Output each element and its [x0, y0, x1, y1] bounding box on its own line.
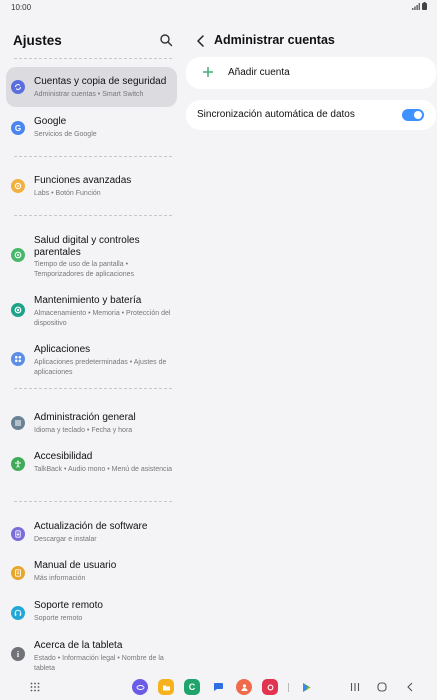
settings-item-title: Google — [34, 116, 67, 127]
settings-item-title: Acerca de la tableta — [34, 640, 123, 651]
settings-item-title: Aplicaciones — [34, 344, 91, 355]
gear-plus-icon — [11, 179, 25, 193]
accessibility-icon — [11, 457, 25, 471]
info-icon: i — [11, 647, 25, 661]
settings-item-subtitle: TalkBack • Audio mono • Menú de asistenc… — [34, 466, 172, 473]
settings-item-digital-wellbeing[interactable]: Salud digital y controles parentales Tie… — [6, 230, 177, 282]
settings-item-subtitle: Más información — [34, 575, 86, 582]
manual-icon — [11, 566, 25, 580]
settings-item-subtitle: Tiempo de uso de la pantalla • Temporiza… — [34, 261, 134, 278]
accounts-title: Administrar cuentas — [214, 33, 335, 47]
phone-icon[interactable]: C — [184, 679, 200, 695]
internet-icon[interactable] — [132, 679, 148, 695]
status-time: 10:00 — [11, 3, 32, 12]
camera-icon[interactable] — [262, 679, 278, 695]
contacts-icon[interactable] — [236, 679, 252, 695]
sync-icon — [11, 80, 25, 94]
settings-item-title: Administración general — [34, 412, 136, 423]
settings-item-title: Salud digital y controles parentales — [34, 235, 140, 258]
divider — [14, 388, 172, 389]
settings-item-user-manual[interactable]: Manual de usuario Más información — [6, 556, 177, 590]
settings-header: Ajustes — [13, 32, 179, 52]
settings-item-subtitle: Almacenamiento • Memoria • Protección de… — [34, 310, 171, 327]
add-account-label: Añadir cuenta — [228, 67, 290, 78]
settings-item-subtitle: Soporte remoto — [34, 615, 83, 622]
divider — [14, 156, 172, 157]
settings-item-title: Manual de usuario — [34, 560, 117, 571]
settings-item-title: Actualización de software — [34, 521, 148, 532]
settings-item-title: Mantenimiento y batería — [34, 295, 142, 306]
settings-item-title: Accesibilidad — [34, 451, 93, 462]
settings-item-accounts[interactable]: Cuentas y copia de seguridad Administrar… — [6, 67, 177, 107]
battery-icon — [422, 2, 427, 10]
app-drawer-icon[interactable] — [30, 682, 40, 692]
device-care-icon — [11, 303, 25, 317]
auto-sync-row[interactable]: Sincronización automática de datos — [186, 100, 436, 130]
settings-item-accessibility[interactable]: Accesibilidad TalkBack • Audio mono • Me… — [6, 447, 177, 491]
back-nav-icon[interactable] — [403, 681, 417, 693]
plus-icon — [203, 67, 213, 77]
back-arrow-icon[interactable] — [195, 34, 207, 48]
home-icon[interactable] — [375, 681, 389, 693]
settings-item-remote-support[interactable]: Soporte remoto Soporte remoto — [6, 596, 177, 630]
settings-item-subtitle: Estado • Información legal • Nombre de l… — [34, 655, 164, 672]
settings-item-subtitle: Descargar e instalar — [34, 536, 97, 543]
search-icon[interactable] — [159, 33, 173, 47]
settings-item-advanced[interactable]: Funciones avanzadas Labs • Botón Función — [6, 168, 177, 204]
messages-icon[interactable] — [210, 679, 226, 695]
dock-divider — [288, 683, 289, 692]
digital-wellbeing-icon — [11, 248, 25, 262]
settings-item-software-update[interactable]: Actualización de software Descargar e in… — [6, 516, 177, 550]
headset-icon — [11, 606, 25, 620]
auto-sync-toggle[interactable] — [402, 109, 424, 121]
settings-item-title: Funciones avanzadas — [34, 175, 132, 186]
status-bar: 10:00 — [0, 0, 437, 16]
settings-item-device-care[interactable]: Mantenimiento y batería Almacenamiento •… — [6, 290, 177, 332]
accounts-pane: Administrar cuentas Añadir cuenta Sincro… — [186, 22, 437, 670]
signal-icon — [412, 2, 420, 10]
divider — [14, 501, 172, 502]
divider — [14, 215, 172, 216]
settings-item-google[interactable]: G Google Servicios de Google — [6, 110, 177, 146]
settings-item-title: Soporte remoto — [34, 600, 103, 611]
apps-icon — [11, 352, 25, 366]
taskbar: C — [0, 674, 437, 700]
play-store-icon[interactable] — [298, 679, 314, 695]
status-icons — [412, 2, 427, 10]
add-account-button[interactable]: Añadir cuenta — [186, 57, 436, 89]
settings-item-subtitle: Administrar cuentas • Smart Switch — [34, 91, 144, 98]
software-update-icon — [11, 527, 25, 541]
auto-sync-label: Sincronización automática de datos — [197, 109, 355, 120]
accounts-header: Administrar cuentas — [186, 32, 437, 52]
divider — [14, 58, 172, 59]
sliders-icon — [11, 416, 25, 430]
page-title: Ajustes — [13, 33, 62, 48]
settings-item-subtitle: Servicios de Google — [34, 131, 97, 138]
settings-item-title: Cuentas y copia de seguridad — [34, 76, 167, 87]
settings-item-apps[interactable]: Aplicaciones Aplicaciones predeterminada… — [6, 340, 177, 380]
recent-apps-icon[interactable] — [348, 681, 362, 693]
settings-item-subtitle: Labs • Botón Función — [34, 190, 101, 197]
settings-item-general-management[interactable]: Administración general Idioma y teclado … — [6, 407, 177, 439]
settings-item-subtitle: Idioma y teclado • Fecha y hora — [34, 427, 133, 434]
settings-pane: Ajustes Cuentas y copia de seguridad Adm… — [0, 22, 186, 672]
my-files-icon[interactable] — [158, 679, 174, 695]
settings-item-subtitle: Aplicaciones predeterminadas • Ajustes d… — [34, 359, 167, 376]
settings-item-about-tablet[interactable]: i Acerca de la tableta Estado • Informac… — [6, 636, 177, 672]
google-icon: G — [11, 121, 25, 135]
